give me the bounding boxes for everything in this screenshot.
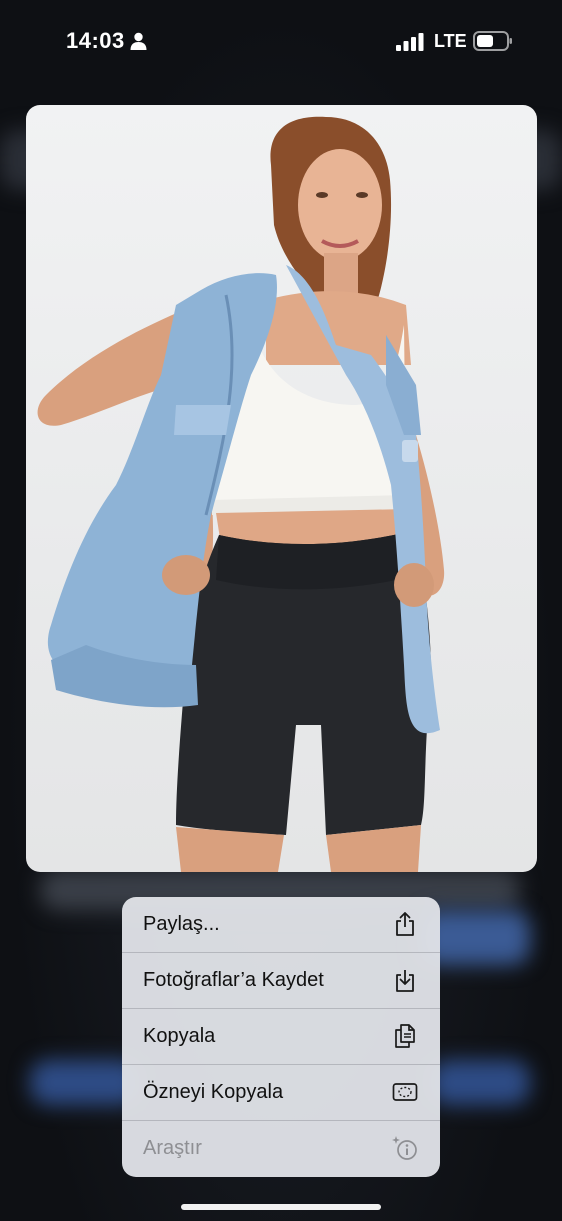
- menu-item-label: Paylaş...: [143, 913, 220, 935]
- copy-subject-icon: [392, 1083, 418, 1101]
- photo-preview[interactable]: [26, 105, 537, 872]
- menu-item-label: Kopyala: [143, 1025, 216, 1047]
- context-menu: Paylaş... Fotoğraflar’a Kaydet Kopyala Ö…: [122, 897, 440, 1177]
- menu-item-copy-subject[interactable]: Özneyi Kopyala: [122, 1065, 440, 1121]
- share-icon: [396, 912, 414, 936]
- copy-icon: [395, 1024, 415, 1048]
- visual-lookup-icon: [392, 1136, 417, 1160]
- menu-item-label: Fotoğraflar’a Kaydet: [143, 969, 324, 991]
- menu-item-copy[interactable]: Kopyala: [122, 1009, 440, 1065]
- home-indicator[interactable]: [181, 1204, 381, 1210]
- menu-item-save-to-photos[interactable]: Fotoğraflar’a Kaydet: [122, 953, 440, 1009]
- menu-item-label: Araştır: [143, 1137, 202, 1159]
- menu-item-label: Özneyi Kopyala: [143, 1081, 284, 1103]
- save-download-icon: [396, 970, 414, 992]
- signal-icon: [396, 33, 424, 51]
- network-type: LTE: [434, 31, 467, 51]
- menu-item-look-up[interactable]: Araştır: [122, 1121, 440, 1177]
- menu-item-share[interactable]: Paylaş...: [122, 897, 440, 953]
- status-time: 14:03: [66, 28, 125, 53]
- background-blur: [430, 1060, 530, 1105]
- person-icon: [130, 32, 147, 50]
- status-bar: 14:03 LTE: [0, 0, 562, 84]
- fashion-photo: [37, 116, 445, 872]
- screen: 14:03 LTE Paylaş... Fotoğraflar’a Kaydet…: [0, 0, 562, 1221]
- battery-icon: [473, 31, 512, 51]
